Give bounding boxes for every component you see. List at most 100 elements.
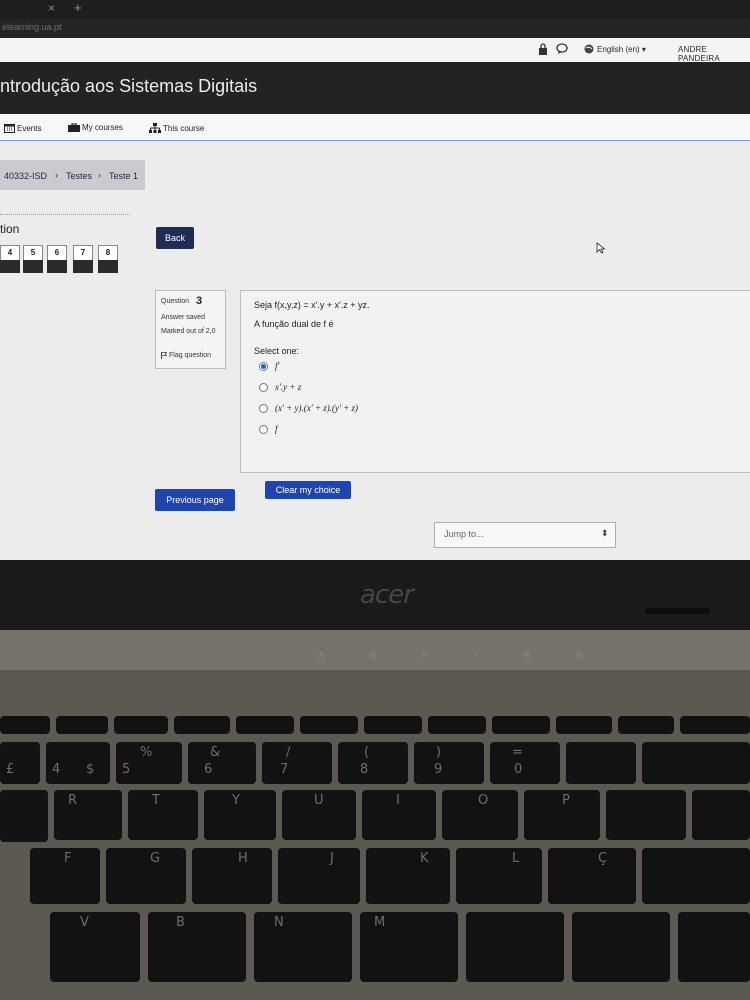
select-prompt: Select one: bbox=[254, 346, 300, 356]
keyboard-key: V bbox=[50, 912, 140, 982]
quiz-nav-number: 6 bbox=[47, 245, 67, 261]
course-header: ntrodução aos Sistemas Digitais bbox=[0, 62, 750, 114]
answer-option-d[interactable]: f bbox=[259, 424, 278, 434]
radio-button-selected[interactable] bbox=[259, 361, 268, 371]
quiz-nav-question-4[interactable]: 4 bbox=[0, 245, 20, 273]
breadcrumb-page[interactable]: Teste 1 bbox=[109, 171, 138, 181]
previous-page-button[interactable]: Previous page bbox=[155, 489, 235, 511]
key-label: 8 bbox=[360, 762, 369, 777]
keyboard-key bbox=[0, 716, 50, 734]
url-text: elearning.ua.pt bbox=[2, 22, 62, 32]
key-label: J bbox=[330, 851, 334, 866]
key-label: H bbox=[238, 851, 248, 866]
nav-this-course-label: This course bbox=[163, 123, 205, 133]
divider bbox=[0, 214, 130, 215]
new-tab-button[interactable]: + bbox=[74, 0, 82, 15]
key-label: B bbox=[176, 915, 185, 930]
breadcrumb-separator-icon: › bbox=[55, 170, 58, 180]
jump-to-placeholder: Jump to... bbox=[444, 529, 484, 539]
answer-option-c[interactable]: (x' + y).(x' + z).(y' + z) bbox=[259, 403, 358, 413]
quiz-nav-number: 7 bbox=[73, 245, 93, 261]
quiz-nav-status bbox=[73, 260, 93, 273]
keyboard-key bbox=[678, 912, 750, 982]
top-navigation: English (en) ▾ ANDRE PANDEIRA bbox=[0, 38, 750, 63]
keyboard-key: R bbox=[54, 790, 122, 840]
chat-icon[interactable] bbox=[556, 43, 568, 54]
question-state: Answer saved bbox=[161, 314, 205, 321]
key-label: Y bbox=[232, 793, 240, 808]
flag-question-button[interactable]: Flag question bbox=[161, 352, 211, 359]
keyboard-key: H bbox=[192, 848, 272, 904]
user-menu[interactable]: ANDRE PANDEIRA bbox=[678, 45, 750, 63]
radio-button[interactable] bbox=[259, 403, 268, 413]
keyboard-key bbox=[428, 716, 486, 734]
key-label: R bbox=[68, 793, 78, 808]
key-label: F bbox=[64, 851, 72, 866]
keyboard-key: ) 9 bbox=[414, 742, 484, 784]
course-navbar: Events My courses This course bbox=[0, 114, 750, 141]
key-label: O bbox=[478, 793, 489, 808]
keyboard-key: Y bbox=[204, 790, 276, 840]
clear-choice-button[interactable]: Clear my choice bbox=[265, 481, 351, 499]
laptop-bezel: acer bbox=[0, 560, 750, 630]
nav-events[interactable]: Events bbox=[4, 123, 41, 133]
question-grade: Marked out of 2,0 bbox=[161, 328, 216, 335]
quiz-nav-question-7[interactable]: 7 bbox=[73, 245, 93, 273]
keyboard-key bbox=[466, 912, 564, 982]
keyboard-deck: £ 4 $ % 5 & 6 /7 (8 ) 9 = 0 R T Y U I O P F G… bbox=[0, 670, 750, 1000]
language-menu[interactable]: English (en) ▾ bbox=[597, 45, 646, 54]
quiz-nav-question-6[interactable]: 6 bbox=[47, 245, 67, 273]
key-label: 5 bbox=[122, 762, 131, 777]
key-label: N bbox=[274, 915, 284, 930]
jump-to-select[interactable]: Jump to... ⬍ bbox=[434, 522, 616, 548]
keyboard-key: J bbox=[278, 848, 360, 904]
flag-question-label: Flag question bbox=[169, 352, 212, 359]
key-label: G bbox=[150, 851, 161, 866]
key-label: & bbox=[210, 745, 221, 760]
quiz-nav-status bbox=[0, 260, 20, 273]
question-text: Seja f(x,y,z) = x'.y + x'.z + yz. bbox=[254, 300, 370, 310]
keyboard-key: K bbox=[366, 848, 450, 904]
answer-option-a[interactable]: f' bbox=[259, 361, 279, 371]
question-label: Question bbox=[161, 298, 190, 305]
course-title: ntrodução aos Sistemas Digitais bbox=[0, 76, 258, 96]
key-label: 4 bbox=[52, 762, 61, 777]
web-page: English (en) ▾ ANDRE PANDEIRA ntrodução … bbox=[0, 38, 750, 560]
radio-button[interactable] bbox=[259, 424, 268, 434]
quiz-nav-number: 5 bbox=[23, 245, 43, 261]
key-label: T bbox=[152, 793, 160, 808]
answer-option-text: (x' + y).(x' + z).(y' + z) bbox=[275, 403, 358, 413]
keyboard-key bbox=[642, 848, 750, 904]
answer-option-text: f' bbox=[275, 361, 280, 371]
radio-button[interactable] bbox=[259, 382, 268, 392]
breadcrumb: 40332-ISD › Testes › Teste 1 bbox=[0, 160, 145, 190]
keyboard-key bbox=[174, 716, 230, 734]
briefcase-icon bbox=[68, 123, 80, 132]
nav-my-courses[interactable]: My courses bbox=[68, 123, 123, 132]
quiz-nav-question-5[interactable]: 5 bbox=[23, 245, 43, 273]
quiz-nav-status bbox=[47, 260, 67, 273]
back-button[interactable]: Back bbox=[156, 227, 194, 249]
quiz-nav-number: 8 bbox=[98, 245, 118, 261]
tab-close-button[interactable]: × bbox=[48, 1, 55, 15]
answer-option-text: x'.y + z bbox=[275, 382, 302, 392]
answer-option-b[interactable]: x'.y + z bbox=[259, 382, 301, 392]
answer-option-text: f bbox=[275, 424, 278, 434]
key-label: ) bbox=[436, 745, 442, 760]
keyboard-key: L bbox=[456, 848, 542, 904]
key-label: L bbox=[512, 851, 520, 866]
address-bar[interactable]: elearning.ua.pt bbox=[0, 18, 750, 38]
keyboard-key: G bbox=[106, 848, 186, 904]
keyboard-key: B bbox=[148, 912, 246, 982]
quiz-nav-question-8[interactable]: 8 bbox=[98, 245, 118, 273]
keyboard-key: U bbox=[282, 790, 356, 840]
flag-icon bbox=[161, 352, 167, 359]
breadcrumb-section[interactable]: Testes bbox=[66, 171, 92, 181]
keyboard-key: 4 $ bbox=[46, 742, 110, 784]
quiz-nav-status bbox=[98, 260, 118, 273]
nav-this-course[interactable]: This course bbox=[149, 123, 204, 133]
breadcrumb-separator-icon: › bbox=[98, 170, 101, 180]
keyboard-key: Ç bbox=[548, 848, 636, 904]
lock-icon[interactable] bbox=[538, 43, 548, 55]
breadcrumb-course[interactable]: 40332-ISD bbox=[4, 171, 47, 181]
